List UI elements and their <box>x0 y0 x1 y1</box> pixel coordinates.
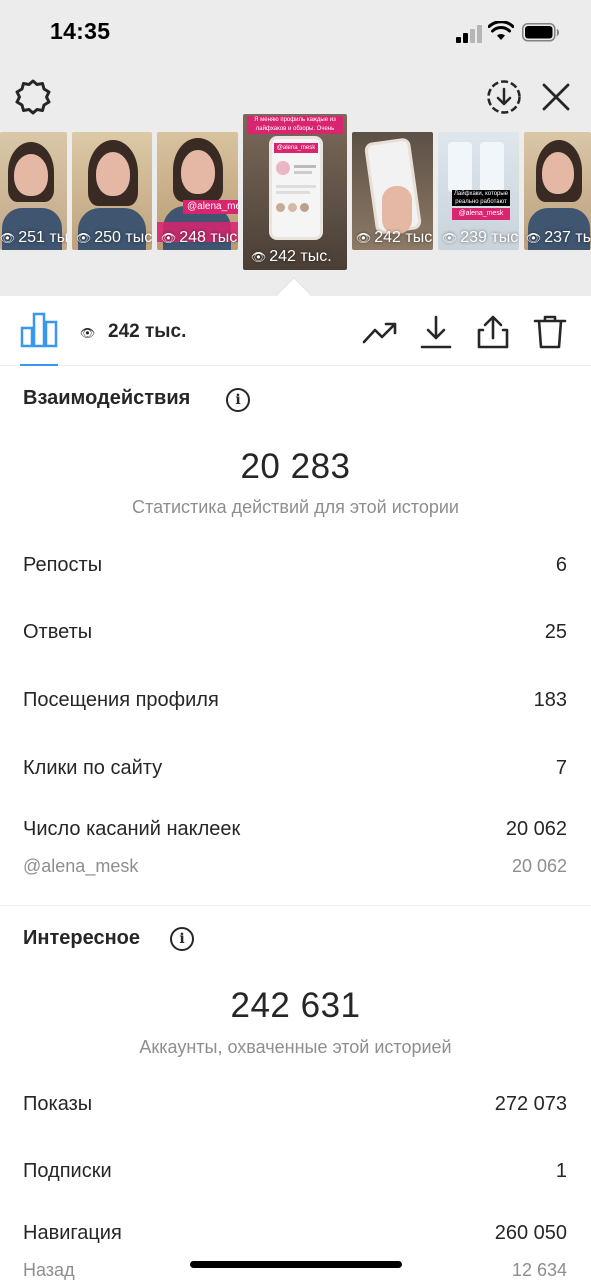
stat-label-replies: Ответы <box>23 621 93 643</box>
interactions-subtitle: Статистика действий для этой истории <box>132 497 459 517</box>
thumbnail-views: 👁251 тыс <box>0 229 67 246</box>
interactions-total: 20 283 <box>240 447 351 486</box>
thumbnail-views: 👁237 тыс <box>526 229 591 246</box>
stat-label-website-clicks: Клики по сайту <box>23 757 163 779</box>
mention-sticker: @alena_mesk <box>274 143 318 153</box>
story-action-bar: 👁 242 тыс. <box>0 296 591 366</box>
bar-chart-icon[interactable] <box>20 312 58 348</box>
thumbnail-views: 👁 248 тыс <box>161 229 238 246</box>
close-icon[interactable] <box>541 82 571 112</box>
download-icon[interactable] <box>418 314 454 350</box>
discovery-subtitle: Аккаунты, охваченные этой историей <box>139 1037 452 1057</box>
sticker-mention-label: @alena_mesk <box>23 856 139 876</box>
sticker-mention-value: 20 062 <box>511 856 567 876</box>
top-panel: 14:35 👁 251 ты 👁 250 тыс @alena_m 👁 248 … <box>0 0 591 296</box>
home-indicator[interactable] <box>190 1261 402 1268</box>
story-thumbnail[interactable]: @alena_mesk 👁248 тыс <box>157 132 238 250</box>
trash-icon[interactable] <box>532 314 568 350</box>
stat-value-impressions: 272 073 <box>494 1093 567 1115</box>
story-thumbnail[interactable]: 👁251 тыс <box>0 132 67 250</box>
info-icon[interactable]: i <box>170 927 194 951</box>
story-caption: Лайфхаки, которые реально работают <box>452 190 510 206</box>
stat-value-follows: 1 <box>555 1160 567 1182</box>
stat-label-navigation: Навигация <box>23 1222 122 1244</box>
eye-icon: 👁 <box>80 326 96 340</box>
trending-icon[interactable] <box>362 314 398 350</box>
status-time: 14:35 <box>50 18 111 44</box>
info-icon[interactable]: i <box>226 388 250 412</box>
hand-image <box>382 186 412 234</box>
battery-icon <box>522 23 559 42</box>
story-thumbnail[interactable]: 👁 250 тыс <box>72 132 152 250</box>
eye-icon: 👁 <box>161 231 177 245</box>
discovery-title: Интересное <box>23 927 140 949</box>
mention-sticker: @alena_mesk <box>452 208 510 220</box>
discovery-total: 242 631 <box>230 986 361 1025</box>
stat-label-reposts: Репосты <box>23 554 103 576</box>
navigation-back-label: Назад <box>23 1260 75 1280</box>
active-tab-indicator <box>20 364 58 366</box>
stat-value-website-clicks: 7 <box>555 757 567 779</box>
thumbnail-views: 👁 242 тыс <box>356 229 433 246</box>
stat-value-profile-visits: 183 <box>533 689 567 711</box>
stat-value-sticker-taps: 20 062 <box>505 818 567 840</box>
story-thumbnail[interactable]: 👁 242 тыс <box>352 132 433 250</box>
mention-sticker: @alena_mesk <box>183 200 238 214</box>
story-thumbnail[interactable]: 👁237 тыс <box>524 132 591 250</box>
phone-mockup: @alena_mesk <box>269 136 323 240</box>
stat-value-reposts: 6 <box>555 554 567 576</box>
story-caption: Я меняю профиль каждые из лайфхаков и об… <box>247 116 343 134</box>
settings-gear-icon[interactable] <box>14 78 52 116</box>
download-archive-icon[interactable] <box>486 79 522 115</box>
stat-label-follows: Подписки <box>23 1160 112 1182</box>
thumbnail-views: 👁 242 тыс. <box>251 248 332 265</box>
thumbnail-views: 👁 250 тыс <box>76 229 152 246</box>
stat-label-impressions: Показы <box>23 1093 93 1115</box>
story-thumbnail[interactable]: Лайфхаки, которые реально работают @alen… <box>438 132 519 250</box>
wifi-icon <box>488 21 514 40</box>
stat-value-replies: 25 <box>544 621 567 643</box>
story-view-count: 242 тыс. <box>108 321 187 342</box>
status-bar: 14:35 <box>0 0 591 66</box>
share-icon[interactable] <box>475 314 511 350</box>
interactions-title: Взаимодействия <box>23 387 191 409</box>
eye-icon: 👁 <box>442 231 458 245</box>
eye-icon: 👁 <box>76 231 92 245</box>
eye-icon: 👁 <box>251 250 267 264</box>
eye-icon: 👁 <box>0 231 16 245</box>
navigation-back-value: 12 634 <box>511 1260 567 1280</box>
section-divider <box>0 905 591 906</box>
stat-value-navigation: 260 050 <box>494 1222 567 1244</box>
story-thumbnails: 👁251 тыс 👁250 тыс @alena_mesk 👁248 тыс Я… <box>0 114 591 270</box>
eye-icon: 👁 <box>356 231 372 245</box>
eye-icon: 👁 <box>526 231 542 245</box>
thumbnail-views: 👁 239 тыс <box>442 229 519 246</box>
story-thumbnail-selected[interactable]: Я меняю профиль каждые из лайфхаков и об… <box>243 114 347 270</box>
stat-label-profile-visits: Посещения профиля <box>23 689 219 711</box>
stat-label-sticker-taps: Число касаний наклеек <box>23 818 241 840</box>
cellular-signal-icon <box>456 23 484 43</box>
